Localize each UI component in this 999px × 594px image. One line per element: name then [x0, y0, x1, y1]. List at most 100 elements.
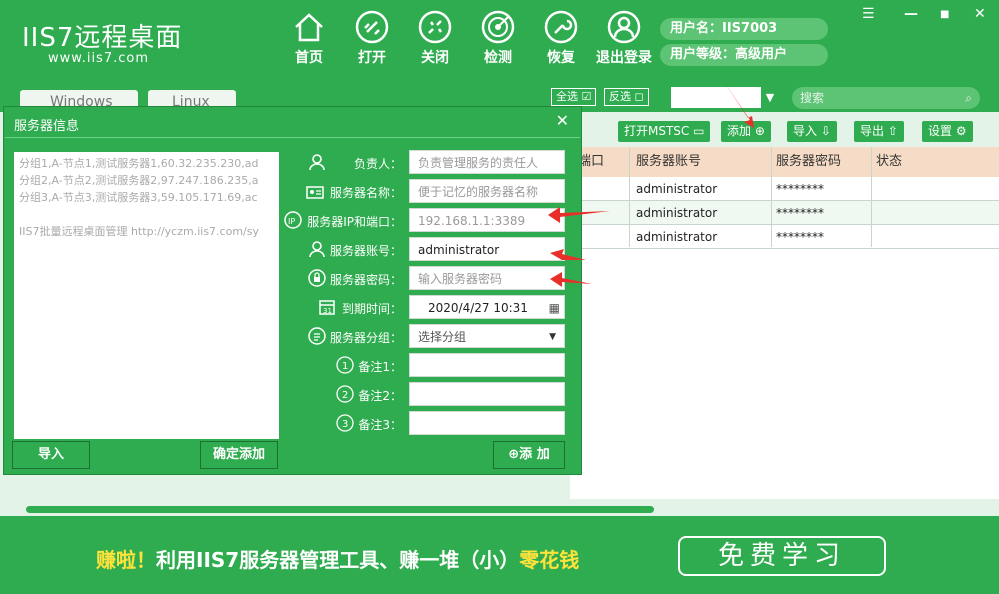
import-label: 导入: [793, 124, 818, 138]
number-3-icon: 3: [336, 414, 354, 432]
nav-close-label: 关闭: [421, 50, 449, 66]
server-name-label: 服务器名称：: [329, 186, 402, 200]
open-mstsc-button[interactable]: 打开MSTSC ▭: [618, 121, 711, 142]
table-row[interactable]: 3 administrator ********: [570, 177, 999, 201]
nav-logout-button[interactable]: 退出登录: [595, 10, 653, 67]
server-name-field[interactable]: 便于记忆的服务器名称: [409, 179, 565, 203]
expiry-value: 2020/4/27 10:31: [428, 301, 528, 315]
server-password-field[interactable]: 输入服务器密码: [409, 266, 565, 290]
download-icon: ⇩: [820, 124, 831, 138]
owner-label: 负责人：: [353, 157, 402, 171]
import-button[interactable]: 导入 ⇩: [787, 121, 837, 142]
invert-select-label: 反选: [609, 90, 631, 103]
expiry-label: 到期时间：: [341, 302, 402, 316]
nav-check-label: 检测: [484, 50, 512, 66]
free-learn-button[interactable]: 免费学习: [678, 536, 886, 576]
link-icon: [355, 10, 389, 44]
table-row[interactable]: 5 administrator ********: [570, 225, 999, 249]
dialog-import-button[interactable]: 导入: [12, 441, 90, 469]
add-field-button[interactable]: ⊕添 加: [493, 441, 565, 469]
horizontal-scrollbar[interactable]: [26, 506, 654, 513]
server-ip-field[interactable]: 192.168.1.1:3389: [409, 208, 565, 232]
nav-check-button[interactable]: 检测: [469, 10, 527, 67]
chevron-down-icon: ▼: [549, 332, 556, 342]
cell-password: ********: [776, 182, 824, 196]
search-input[interactable]: 搜索 ⌕: [792, 87, 980, 109]
cell-account: administrator: [636, 182, 718, 196]
server-password-label: 服务器密码：: [329, 273, 402, 287]
promo-main: 利用IIS7服务器管理工具、赚一堆（小）: [156, 548, 520, 572]
export-button[interactable]: 导出 ⇧: [854, 121, 904, 142]
app-site: www.iis7.com: [48, 51, 150, 66]
svg-text:IP: IP: [288, 217, 295, 226]
plus-circle-icon: ⊕: [754, 124, 765, 138]
cell-password: ********: [776, 206, 824, 220]
wrench-icon: [544, 10, 578, 44]
sample-line: [19, 206, 274, 223]
owner-field[interactable]: 负责管理服务的责任人: [409, 150, 565, 174]
note2-field[interactable]: [409, 382, 565, 406]
home-icon: [295, 13, 323, 42]
nav-close-button[interactable]: 关闭: [406, 10, 464, 67]
server-info-dialog: 服务器信息 ✕ 分组1,A-节点1,测试服务器1,60.32.235.230,a…: [3, 106, 582, 475]
nav-home-label: 首页: [295, 50, 323, 66]
sample-line: 分组2,A-节点2,测试服务器2,97.247.186.235,a: [19, 174, 259, 187]
table-row[interactable]: 7 administrator ********: [570, 201, 999, 225]
note1-field[interactable]: [409, 353, 565, 377]
red-arrow-annotation: [724, 82, 754, 128]
settings-button[interactable]: 设置 ⚙: [922, 121, 973, 142]
col-password: 服务器密码: [776, 154, 842, 169]
menu-icon[interactable]: ☰: [862, 6, 875, 22]
nav-open-button[interactable]: 打开: [343, 10, 401, 67]
invert-select-button[interactable]: 反选 ◻: [604, 88, 649, 106]
confirm-add-button[interactable]: 确定添加: [200, 441, 278, 469]
column-divider: [629, 147, 630, 247]
red-arrow-annotation: [548, 207, 610, 223]
column-divider: [871, 147, 872, 247]
radar-icon: [481, 10, 515, 44]
column-divider: [771, 147, 772, 247]
monitor-icon: ▭: [693, 124, 705, 138]
maximize-icon[interactable]: ■: [940, 9, 949, 20]
unlink-icon: [418, 10, 452, 44]
sample-line: 分组3,A-节点3,测试服务器3,59.105.171.69,ac: [19, 191, 258, 204]
chevron-down-icon: ▼: [761, 87, 779, 108]
nav-home-button[interactable]: 首页: [280, 10, 338, 67]
gear-icon: ⚙: [955, 124, 967, 138]
svg-text:1: 1: [342, 361, 348, 372]
promo-text: 赚啦！利用IIS7服务器管理工具、赚一堆（小）零花钱: [96, 544, 579, 573]
dialog-title: 服务器信息: [14, 119, 80, 134]
sample-line: IIS7批量远程桌面管理 http://yczm.iis7.com/sy: [19, 225, 259, 238]
server-account-label: 服务器账号：: [329, 244, 402, 258]
promo-banner[interactable]: 赚啦！利用IIS7服务器管理工具、赚一堆（小）零花钱 免费学习: [0, 516, 999, 594]
person-icon: [309, 241, 325, 258]
username-badge: 用户名：IIS7003: [660, 18, 828, 40]
note3-field[interactable]: [409, 411, 565, 435]
settings-label: 设置: [928, 124, 953, 138]
group-icon: [308, 327, 326, 345]
close-window-icon[interactable]: ✕: [974, 6, 986, 22]
server-group-value: 选择分组: [418, 330, 467, 344]
red-arrow-annotation: [550, 272, 592, 287]
select-all-button[interactable]: 全选 ☑: [551, 88, 597, 106]
number-2-icon: 2: [336, 385, 354, 403]
cell-account: administrator: [636, 230, 718, 244]
nav-restore-label: 恢复: [547, 50, 575, 66]
id-card-icon: [306, 186, 324, 199]
nav-logout-label: 退出登录: [596, 50, 652, 66]
server-group-select[interactable]: 选择分组 ▼: [409, 324, 565, 348]
nav-restore-button[interactable]: 恢复: [532, 10, 590, 67]
expiry-field[interactable]: 2020/4/27 10:31 ▦: [409, 295, 565, 319]
user-level-badge: 用户等级：高级用户: [660, 44, 828, 66]
calendar-icon[interactable]: ▦: [549, 296, 560, 318]
server-account-field[interactable]: administrator: [409, 237, 565, 261]
batch-import-textarea[interactable]: 分组1,A-节点1,测试服务器1,60.32.235.230,ad 分组2,A-…: [14, 152, 279, 439]
col-status: 状态: [876, 154, 903, 169]
red-arrow-annotation: [550, 249, 586, 260]
app-logo: IIS7远程桌面: [22, 23, 183, 53]
close-icon[interactable]: ✕: [556, 111, 569, 130]
lock-icon: [308, 269, 326, 287]
promo-tail: 零花钱: [519, 548, 580, 572]
open-mstsc-label: 打开MSTSC: [624, 124, 690, 138]
minimize-icon[interactable]: —: [904, 6, 918, 22]
